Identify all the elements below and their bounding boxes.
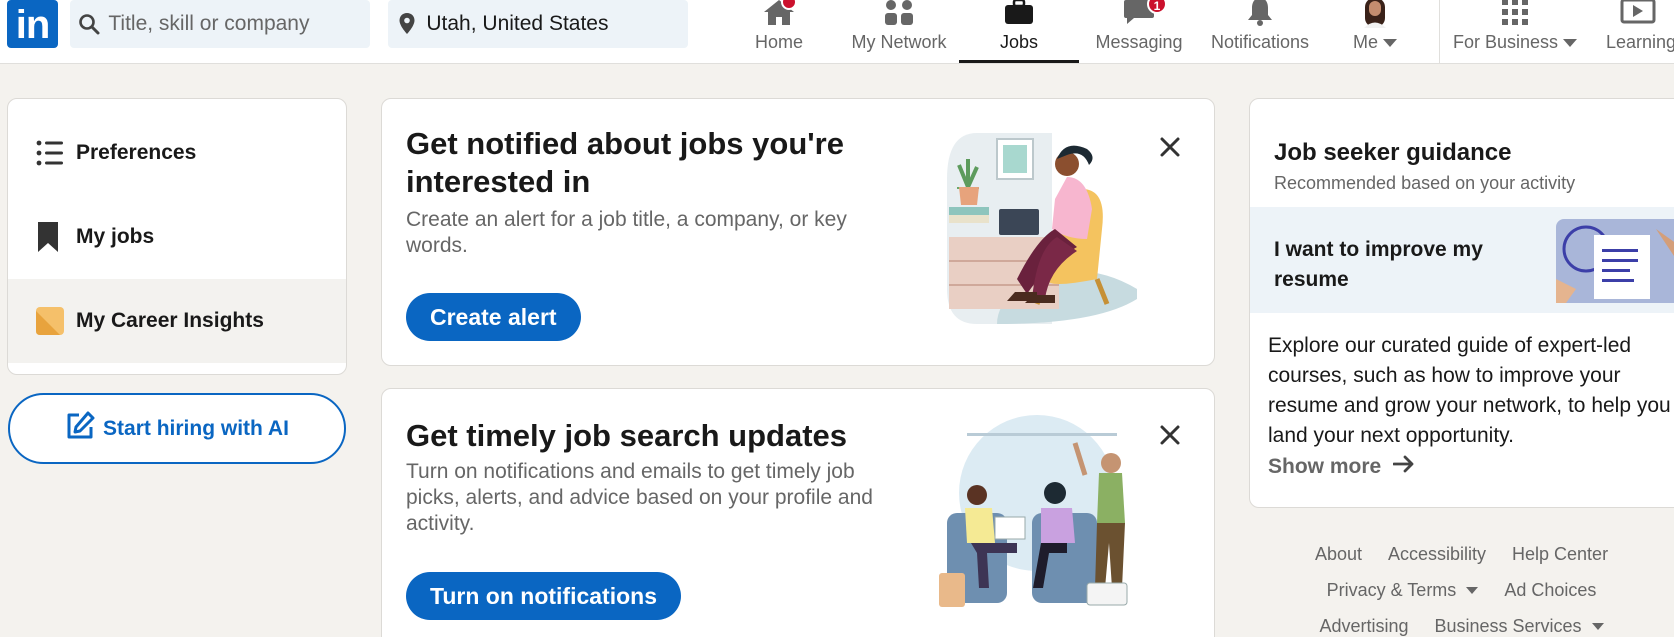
guidance-body: Explore our curated guide of expert-led … <box>1268 334 1671 447</box>
nav-notifications[interactable]: Notifications <box>1205 0 1315 63</box>
guidance-subtitle: Recommended based on your activity <box>1274 173 1576 193</box>
promo-title: Get timely job search updates <box>406 418 848 453</box>
job-seeker-guidance: Job seeker guidance Recommended based on… <box>1249 98 1674 508</box>
nav-me[interactable]: Me <box>1340 0 1410 63</box>
briefcase-icon <box>1003 0 1035 31</box>
turn-on-notifications-button[interactable]: Turn on notifications <box>406 572 681 620</box>
compose-icon <box>65 411 95 447</box>
sidebar-item-my-jobs[interactable]: My jobs <box>8 195 346 279</box>
notifications-promo: Get timely job search updates Turn on no… <box>381 388 1215 637</box>
global-nav: in Home My Network Jobs <box>0 0 1674 64</box>
nav-home[interactable]: Home <box>739 0 819 63</box>
insights-icon <box>36 307 76 335</box>
promo-description: Turn on notifications and emails to get … <box>406 460 873 535</box>
arrow-right-icon <box>1392 455 1415 479</box>
footer-link-help-center[interactable]: Help Center <box>1512 544 1608 565</box>
nav-jobs[interactable]: Jobs <box>959 0 1079 63</box>
sidebar-item-career-insights[interactable]: My Career Insights <box>8 279 346 363</box>
jobs-sidebar: Preferences My jobs My Career Insights <box>7 98 347 375</box>
footer-link-advertising[interactable]: Advertising <box>1319 616 1408 637</box>
footer-link-accessibility[interactable]: Accessibility <box>1388 544 1486 565</box>
chevron-down-icon <box>1466 587 1479 595</box>
nav-divider <box>1439 0 1440 63</box>
job-alert-promo: Get notified about jobs you're intereste… <box>381 98 1215 366</box>
nav-learning[interactable]: Learning <box>1598 0 1674 63</box>
avatar <box>1360 0 1390 33</box>
linkedin-logo[interactable]: in <box>7 0 58 48</box>
footer-link-business-services[interactable]: Business Services <box>1434 616 1604 637</box>
search-icon <box>70 12 108 36</box>
show-more-link[interactable]: Show more <box>1268 455 1415 479</box>
grid-icon <box>1501 0 1529 31</box>
people-icon <box>883 0 915 31</box>
close-icon[interactable] <box>1158 423 1182 447</box>
nav-messaging[interactable]: 1 Messaging <box>1093 0 1185 63</box>
learning-icon <box>1620 0 1656 31</box>
close-icon[interactable] <box>1158 135 1182 159</box>
location-pin-icon <box>388 12 426 36</box>
messaging-badge: 1 <box>1147 0 1167 14</box>
list-icon <box>36 139 76 167</box>
search-input[interactable] <box>108 12 370 36</box>
footer-link-privacy-terms[interactable]: Privacy & Terms <box>1327 580 1479 601</box>
guidance-topic[interactable]: I want to improve my resume <box>1250 207 1674 313</box>
start-hiring-button[interactable]: Start hiring with AI <box>8 393 346 464</box>
footer-link-about[interactable]: About <box>1315 544 1362 565</box>
job-alert-illustration <box>937 129 1137 329</box>
guidance-topic-label: I want to improve my resume <box>1274 238 1483 291</box>
nav-my-network[interactable]: My Network <box>845 0 953 63</box>
commuters-illustration <box>937 413 1137 618</box>
footer-link-ad-choices[interactable]: Ad Choices <box>1504 580 1596 601</box>
bell-icon <box>1245 0 1275 31</box>
create-alert-button[interactable]: Create alert <box>406 293 581 341</box>
guidance-title: Job seeker guidance <box>1274 139 1512 166</box>
chevron-down-icon <box>1563 39 1578 48</box>
sidebar-item-preferences[interactable]: Preferences <box>8 111 346 195</box>
chevron-down-icon <box>1591 623 1604 631</box>
footer-links: About Accessibility Help Center Privacy … <box>1249 536 1674 637</box>
bookmark-icon <box>36 221 76 253</box>
location-input[interactable] <box>426 12 688 36</box>
location-box[interactable] <box>388 0 688 48</box>
promo-description: Create an alert for a job title, a compa… <box>406 208 847 257</box>
promo-title: Get notified about jobs you're intereste… <box>406 126 844 199</box>
nav-for-business[interactable]: For Business <box>1450 0 1580 63</box>
chevron-down-icon <box>1383 39 1397 48</box>
resume-illustration <box>1556 219 1674 308</box>
search-box[interactable] <box>70 0 370 48</box>
